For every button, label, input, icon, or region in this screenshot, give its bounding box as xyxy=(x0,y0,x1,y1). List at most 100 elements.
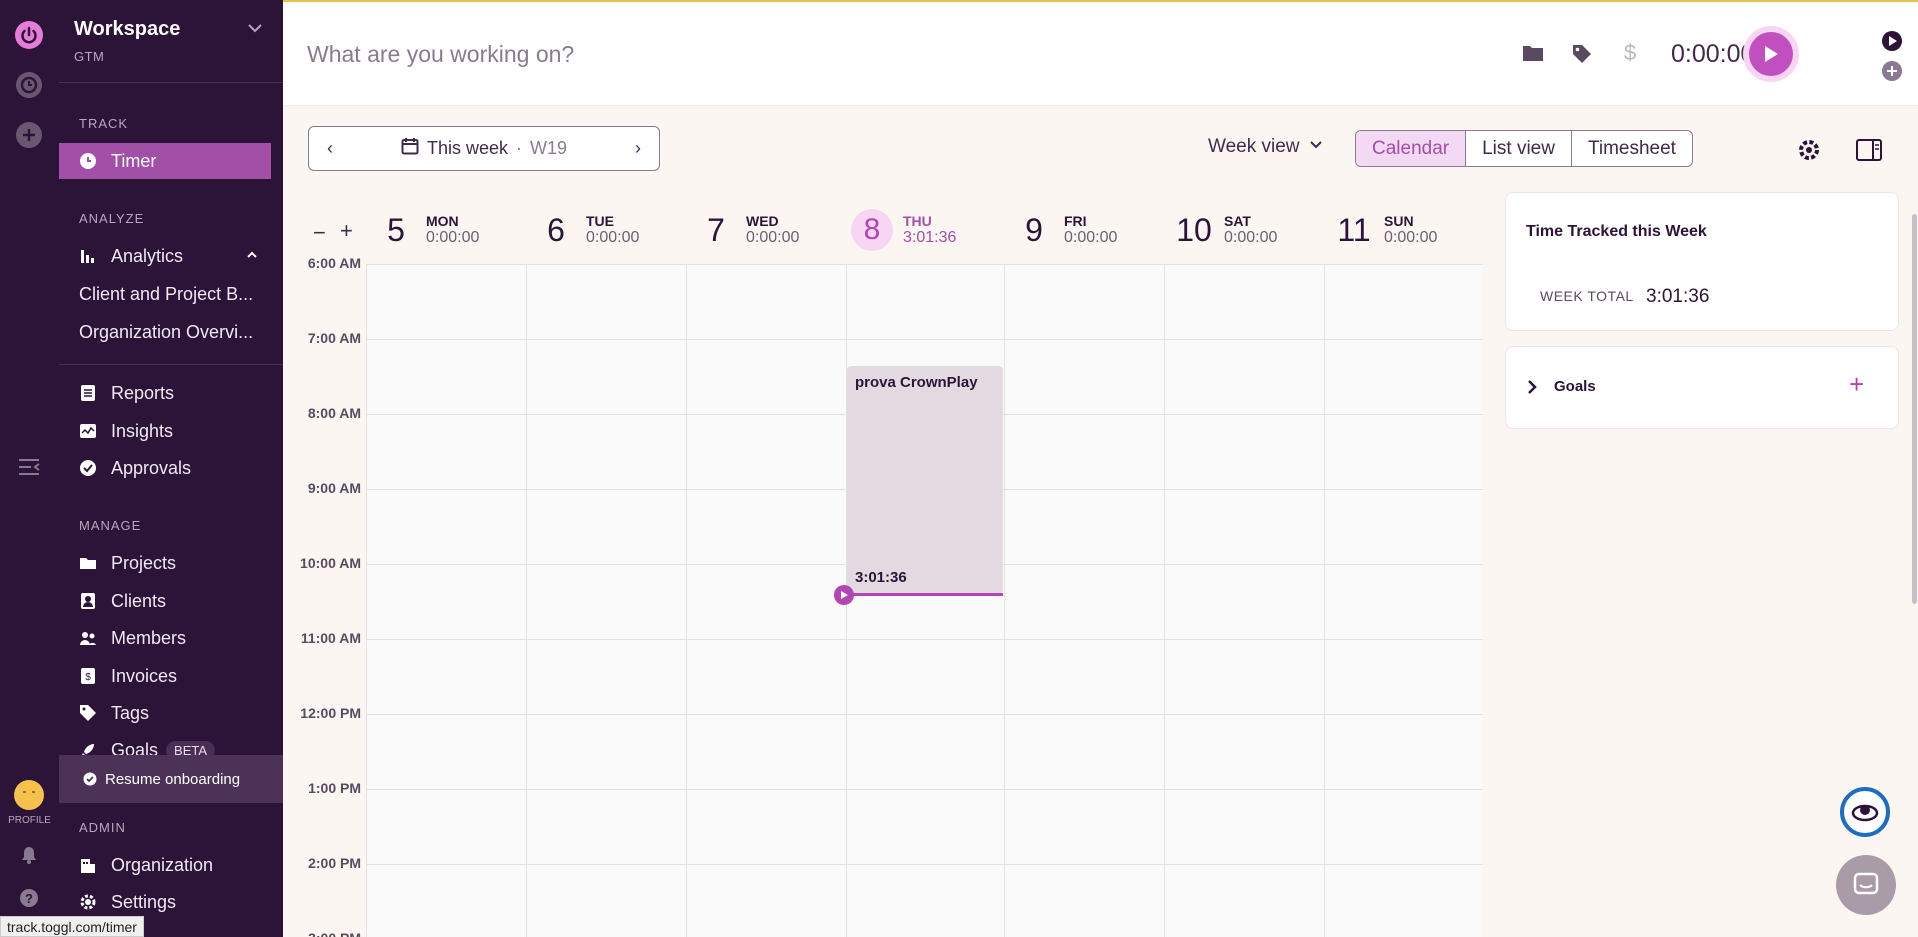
bell-icon[interactable] xyxy=(14,840,44,870)
divider xyxy=(59,82,283,83)
add-goal-button[interactable]: + xyxy=(1849,369,1864,400)
sidebar-item-settings[interactable]: Settings xyxy=(59,884,283,920)
hour-label: 12:00 PM xyxy=(300,705,361,721)
day-header[interactable]: 11 SUN 0:00:00 xyxy=(1334,210,1437,250)
start-timer-button[interactable] xyxy=(1743,26,1799,82)
chevron-down-icon[interactable] xyxy=(245,18,269,42)
sidebar-item-reports[interactable]: Reports xyxy=(59,375,283,411)
next-week-button[interactable]: › xyxy=(617,138,659,159)
day-header-today[interactable]: 8 THU 3:01:36 xyxy=(851,209,956,251)
avatar[interactable] xyxy=(14,780,44,810)
add-workspace-icon[interactable] xyxy=(14,120,44,150)
clock-icon xyxy=(79,152,97,170)
sidebar-item-members[interactable]: Members xyxy=(59,620,283,656)
workspace-title[interactable]: Workspace xyxy=(74,18,180,41)
day-number: 11 xyxy=(1337,211,1371,248)
check-circle-icon xyxy=(79,459,97,477)
time-icon[interactable] xyxy=(14,70,44,100)
chat-icon[interactable] xyxy=(1836,855,1896,915)
grid-column-line xyxy=(366,264,367,937)
hour-label: 7:00 AM xyxy=(307,330,361,346)
day-name: MON xyxy=(426,213,459,229)
building-icon xyxy=(79,856,97,874)
folder-icon[interactable] xyxy=(1522,44,1544,67)
grid-line xyxy=(366,339,1483,340)
calendar-grid[interactable] xyxy=(366,264,1483,937)
time-entry-duration: 3:01:36 xyxy=(855,569,907,586)
current-time-line xyxy=(848,593,1003,596)
section-analyze: ANALYZE xyxy=(79,211,145,226)
grid-column-line xyxy=(686,264,687,937)
sidebar-subitem-client-project[interactable]: Client and Project B... xyxy=(79,284,274,305)
help-icon[interactable]: ? xyxy=(14,883,44,913)
sidebar-item-timer[interactable]: Timer xyxy=(59,143,271,179)
sidebar-item-tags[interactable]: Tags xyxy=(59,695,283,731)
day-header[interactable]: 10 SAT 0:00:00 xyxy=(1174,210,1277,250)
sidebar-item-label: Insights xyxy=(111,420,174,441)
week-total-card: Time Tracked this Week WEEK TOTAL 3:01:3… xyxy=(1505,192,1899,331)
day-total: 0:00:00 xyxy=(1064,229,1118,246)
assistant-icon[interactable] xyxy=(1840,787,1890,837)
tab-list-view[interactable]: List view xyxy=(1466,131,1572,166)
collapse-sidebar-icon[interactable] xyxy=(14,452,44,482)
previous-week-button[interactable]: ‹ xyxy=(309,138,351,159)
resume-onboarding-button[interactable]: Resume onboarding xyxy=(59,755,283,803)
time-entry-block[interactable]: prova CrownPlay 3:01:36 xyxy=(847,366,1003,594)
goals-card[interactable]: Goals + xyxy=(1505,346,1899,429)
side-panel-toggle-icon[interactable] xyxy=(1856,139,1882,166)
tag-icon xyxy=(79,704,97,722)
sidebar-item-label: Settings xyxy=(111,891,177,912)
tab-timesheet[interactable]: Timesheet xyxy=(1572,131,1692,166)
grid-column-line xyxy=(1004,264,1005,937)
scrollbar[interactable] xyxy=(1912,214,1917,604)
hour-label: 6:00 AM xyxy=(307,255,361,271)
reports-icon xyxy=(79,384,97,402)
tab-calendar[interactable]: Calendar xyxy=(1356,131,1467,166)
day-number: 5 xyxy=(387,211,405,248)
manual-mode-play-icon[interactable] xyxy=(1881,30,1903,57)
day-header[interactable]: 9 FRI 0:00:00 xyxy=(1014,210,1117,250)
sidebar-item-analytics[interactable]: Analytics xyxy=(59,238,283,274)
hour-label: 2:00 PM xyxy=(308,855,361,871)
day-header[interactable]: 7 WED 0:00:00 xyxy=(696,210,799,250)
insights-icon xyxy=(79,422,97,440)
day-header[interactable]: 6 TUE 0:00:00 xyxy=(536,210,639,250)
sidebar-subitem-organization-overview[interactable]: Organization Overvi... xyxy=(79,322,274,343)
day-number: 7 xyxy=(707,211,725,248)
zoom-in-button[interactable]: + xyxy=(340,218,353,244)
hour-label: 3:00 PM xyxy=(283,930,361,937)
sidebar-item-invoices[interactable]: $ Invoices xyxy=(59,658,283,694)
hour-label: 9:00 AM xyxy=(307,480,361,496)
view-select-value: Week view xyxy=(1208,136,1300,157)
sidebar-item-insights[interactable]: Insights xyxy=(59,413,283,449)
day-header[interactable]: 5 MON 0:00:00 xyxy=(376,210,479,250)
sidebar-item-projects[interactable]: Projects xyxy=(59,545,283,581)
settings-gear-icon[interactable] xyxy=(1797,138,1821,167)
day-total: 0:00:00 xyxy=(746,229,800,246)
current-time-play-icon[interactable] xyxy=(834,585,854,605)
check-circle-icon xyxy=(83,772,97,786)
zoom-out-button[interactable]: − xyxy=(313,220,326,246)
hour-label: 11:00 AM xyxy=(300,630,361,646)
week-picker[interactable]: ‹ This week · W19 › xyxy=(308,126,660,171)
chevron-up-icon[interactable] xyxy=(245,246,259,267)
sidebar-item-label: Invoices xyxy=(111,665,178,686)
manual-mode-add-icon[interactable] xyxy=(1881,60,1903,87)
sidebar-item-organization[interactable]: Organization xyxy=(59,847,283,883)
goals-title: Goals xyxy=(1554,378,1596,395)
week-total-label: WEEK TOTAL xyxy=(1540,288,1634,304)
description-input[interactable] xyxy=(307,36,1007,72)
billable-icon[interactable]: $ xyxy=(1624,40,1636,66)
timer-elapsed: 0:00:00 xyxy=(1671,40,1755,68)
power-icon[interactable] xyxy=(14,20,44,50)
day-number: 8 xyxy=(851,209,893,251)
tag-icon[interactable] xyxy=(1572,44,1592,69)
view-select[interactable]: Week view xyxy=(1208,136,1324,158)
section-track: TRACK xyxy=(79,116,129,131)
sidebar-item-clients[interactable]: Clients xyxy=(59,583,283,619)
hour-label: 10:00 AM xyxy=(300,555,361,571)
sidebar-item-approvals[interactable]: Approvals xyxy=(59,450,283,486)
sidebar-item-label: Tags xyxy=(111,702,150,723)
week-label: This week xyxy=(426,138,508,158)
chevron-right-icon[interactable] xyxy=(1526,379,1538,400)
